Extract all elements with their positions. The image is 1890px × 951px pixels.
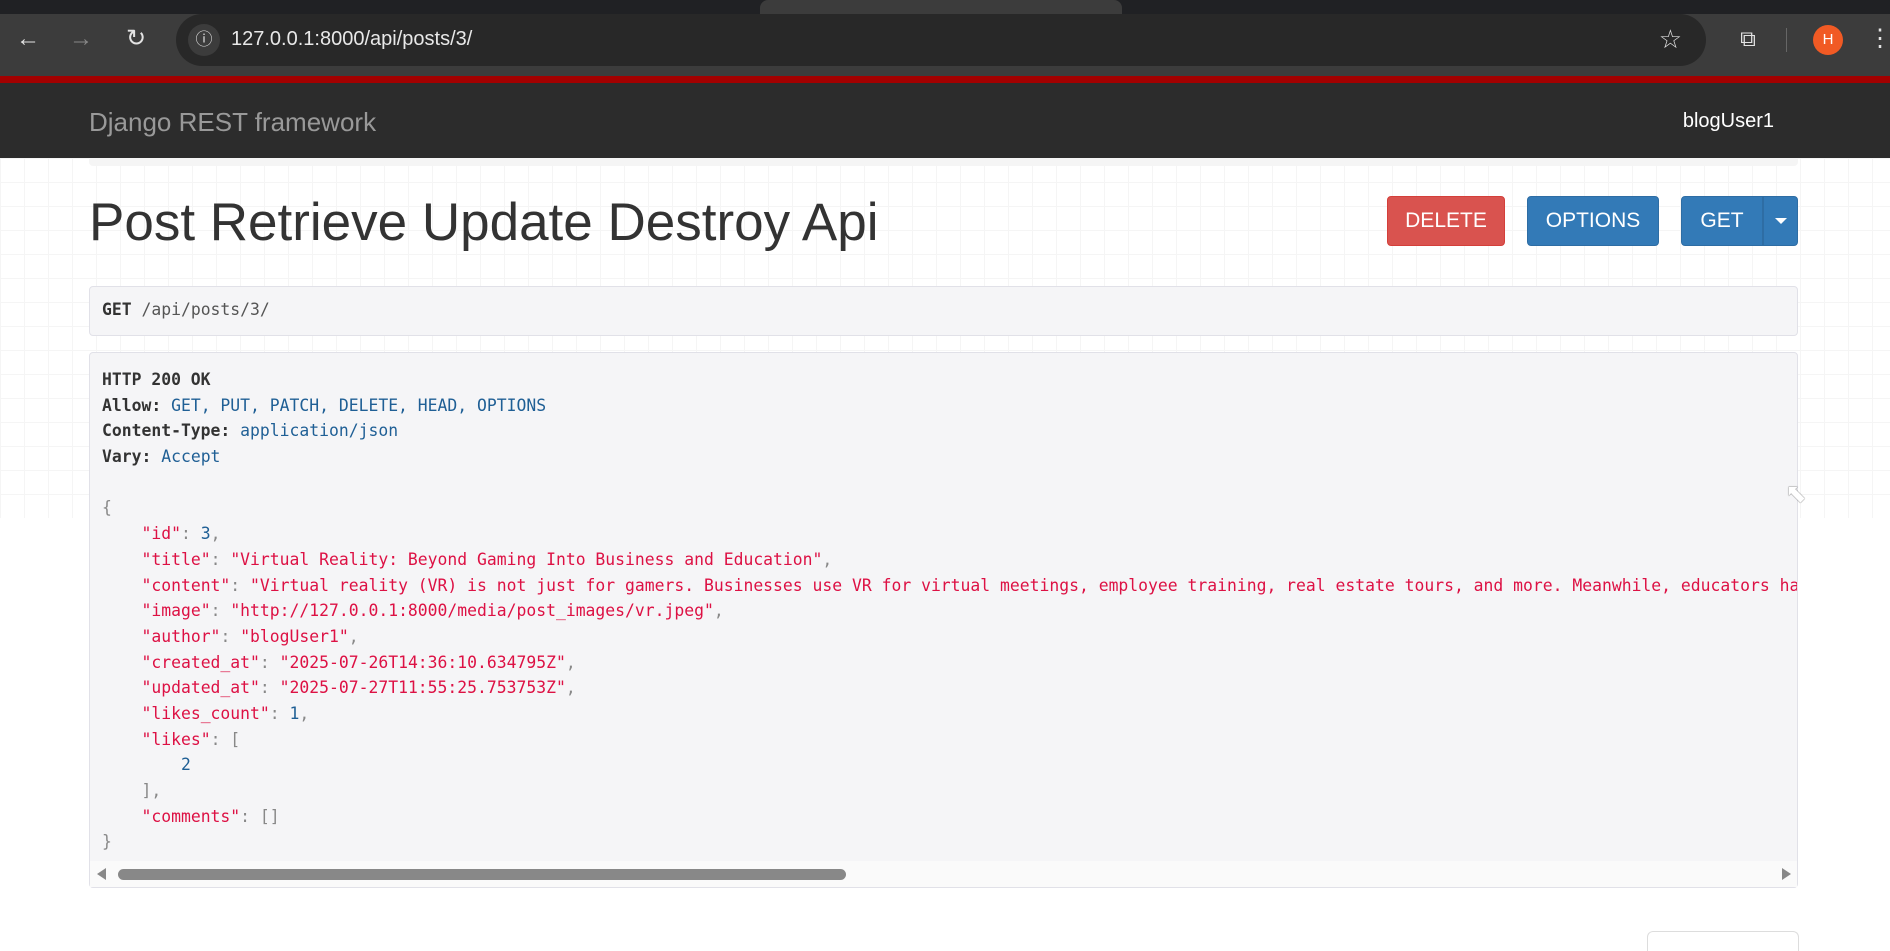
json-open-brace: { — [102, 498, 112, 518]
json-updated-at: "updated_at": "2025-07-27T11:55:25.75375… — [141, 678, 576, 698]
options-button[interactable]: OPTIONS — [1527, 196, 1659, 246]
json-likes-count: "likes_count": 1, — [141, 703, 310, 723]
bookmark-star-icon[interactable]: ☆ — [1659, 24, 1682, 55]
brand-link[interactable]: Django REST framework — [89, 107, 376, 138]
scroll-left-arrow-icon[interactable] — [97, 868, 106, 880]
json-image: "image": "http://127.0.0.1:8000/media/po… — [141, 601, 724, 621]
header-vary: Vary: Accept — [102, 447, 221, 467]
get-button[interactable]: GET — [1681, 196, 1763, 246]
json-comments: "comments": [] — [141, 806, 280, 826]
navbar: Django REST framework blogUser1 — [0, 83, 1890, 158]
active-tab[interactable] — [760, 0, 1122, 14]
header-allow: Allow: GET, PUT, PATCH, DELETE, HEAD, OP… — [102, 395, 547, 415]
accent-bar — [0, 76, 1890, 83]
header-content-type: Content-Type: application/json — [102, 421, 399, 441]
caret-down-icon — [1774, 218, 1787, 225]
scroll-right-arrow-icon[interactable] — [1782, 868, 1791, 880]
json-id: "id": 3, — [141, 524, 221, 544]
menu-kebab-icon[interactable]: ⋮ — [1868, 24, 1890, 54]
browser-toolbar: ← → ↻ ⓘ 127.0.0.1:8000/api/posts/3/ ☆ ⧉ … — [0, 0, 1890, 76]
request-info: GET /api/posts/3/ — [89, 286, 1798, 336]
get-format-dropdown[interactable] — [1763, 196, 1798, 246]
request-method: GET — [102, 300, 132, 319]
horizontal-scrollbar[interactable] — [90, 861, 1797, 887]
json-close-brace: } — [102, 832, 112, 852]
breadcrumb — [89, 158, 1798, 166]
back-icon[interactable]: ← — [13, 24, 43, 54]
url-text[interactable]: 127.0.0.1:8000/api/posts/3/ — [231, 28, 472, 51]
page-title: Post Retrieve Update Destroy Api — [89, 193, 879, 252]
delete-button[interactable]: DELETE — [1387, 196, 1505, 246]
response-info: HTTP 200 OK Allow: GET, PUT, PATCH, DELE… — [89, 352, 1798, 888]
user-menu[interactable]: blogUser1 — [1683, 110, 1774, 133]
profile-avatar[interactable]: H — [1813, 25, 1843, 55]
mouse-cursor-icon: ⬉ — [1785, 478, 1807, 508]
site-info-icon[interactable]: ⓘ — [188, 24, 220, 56]
format-selector[interactable] — [1647, 931, 1799, 951]
scrollbar-thumb[interactable] — [118, 869, 846, 880]
request-path: /api/posts/3/ — [141, 300, 270, 319]
json-created-at: "created_at": "2025-07-26T14:36:10.63479… — [141, 652, 576, 672]
tab-strip — [0, 0, 1890, 14]
json-title: "title": "Virtual Reality: Beyond Gaming… — [141, 549, 833, 569]
extensions-icon[interactable]: ⧉ — [1733, 24, 1763, 54]
reload-icon[interactable]: ↻ — [121, 24, 151, 54]
response-status: HTTP 200 OK — [102, 370, 211, 389]
json-author: "author": "blogUser1", — [141, 626, 359, 646]
divider — [1786, 28, 1787, 52]
json-content: "content": "Virtual reality (VR) is not … — [141, 575, 1797, 595]
json-likes: "likes": [ — [141, 729, 241, 749]
forward-icon[interactable]: → — [66, 24, 96, 54]
address-bar[interactable]: ⓘ 127.0.0.1:8000/api/posts/3/ ☆ — [176, 14, 1706, 66]
json-likes-item: 2 — [180, 755, 191, 775]
